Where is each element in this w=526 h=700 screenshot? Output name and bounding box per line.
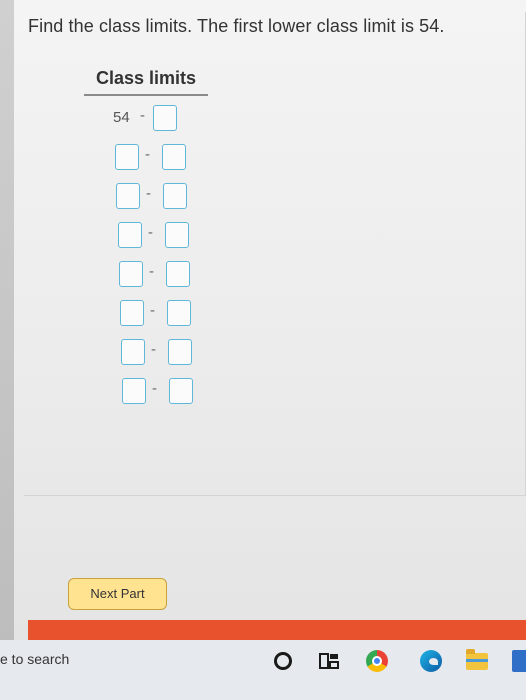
limit-separator: - <box>150 302 155 319</box>
upper-limit-input[interactable] <box>166 261 190 287</box>
limit-separator: - <box>148 224 153 241</box>
lower-limit-value: 54 <box>113 109 130 126</box>
upper-limit-input[interactable] <box>162 144 186 170</box>
cortana-circle-icon[interactable] <box>274 652 292 670</box>
lower-limit-input[interactable] <box>118 222 142 248</box>
lower-limit-input[interactable] <box>122 378 146 404</box>
next-part-button[interactable]: Next Part <box>68 578 167 610</box>
taskbar-search-box[interactable]: e to search <box>0 651 69 667</box>
limit-separator: - <box>140 107 145 124</box>
lower-limit-input[interactable] <box>116 183 140 209</box>
table-row: - <box>0 378 526 406</box>
table-header-class-limits: Class limits <box>84 68 208 96</box>
task-view-icon[interactable] <box>318 650 340 672</box>
windows-taskbar: e to search <box>0 640 526 700</box>
table-row: - <box>0 261 526 289</box>
table-row: 54- <box>0 105 526 133</box>
upper-limit-input[interactable] <box>169 378 193 404</box>
table-row: - <box>0 144 526 172</box>
limit-separator: - <box>145 146 150 163</box>
table-row: - <box>0 183 526 211</box>
upper-limit-input[interactable] <box>165 222 189 248</box>
store-icon[interactable] <box>512 650 526 672</box>
limit-separator: - <box>149 263 154 280</box>
upper-limit-input[interactable] <box>163 183 187 209</box>
page-footer-band <box>28 620 526 640</box>
table-row: - <box>0 300 526 328</box>
question-text: Find the class limits. The first lower c… <box>28 16 445 36</box>
edge-icon[interactable] <box>420 650 442 672</box>
upper-limit-input[interactable] <box>168 339 192 365</box>
limit-separator: - <box>151 341 156 358</box>
file-explorer-icon[interactable] <box>466 649 488 670</box>
lower-limit-input[interactable] <box>115 144 139 170</box>
upper-limit-input[interactable] <box>153 105 177 131</box>
limit-separator: - <box>152 380 157 397</box>
upper-limit-input[interactable] <box>167 300 191 326</box>
table-row: - <box>0 222 526 250</box>
chrome-icon[interactable] <box>366 650 388 672</box>
limit-separator: - <box>146 185 151 202</box>
table-row: - <box>0 339 526 367</box>
lower-limit-input[interactable] <box>120 300 144 326</box>
browser-viewport: Find the class limits. The first lower c… <box>0 0 526 642</box>
lower-limit-input[interactable] <box>119 261 143 287</box>
lower-limit-input[interactable] <box>121 339 145 365</box>
